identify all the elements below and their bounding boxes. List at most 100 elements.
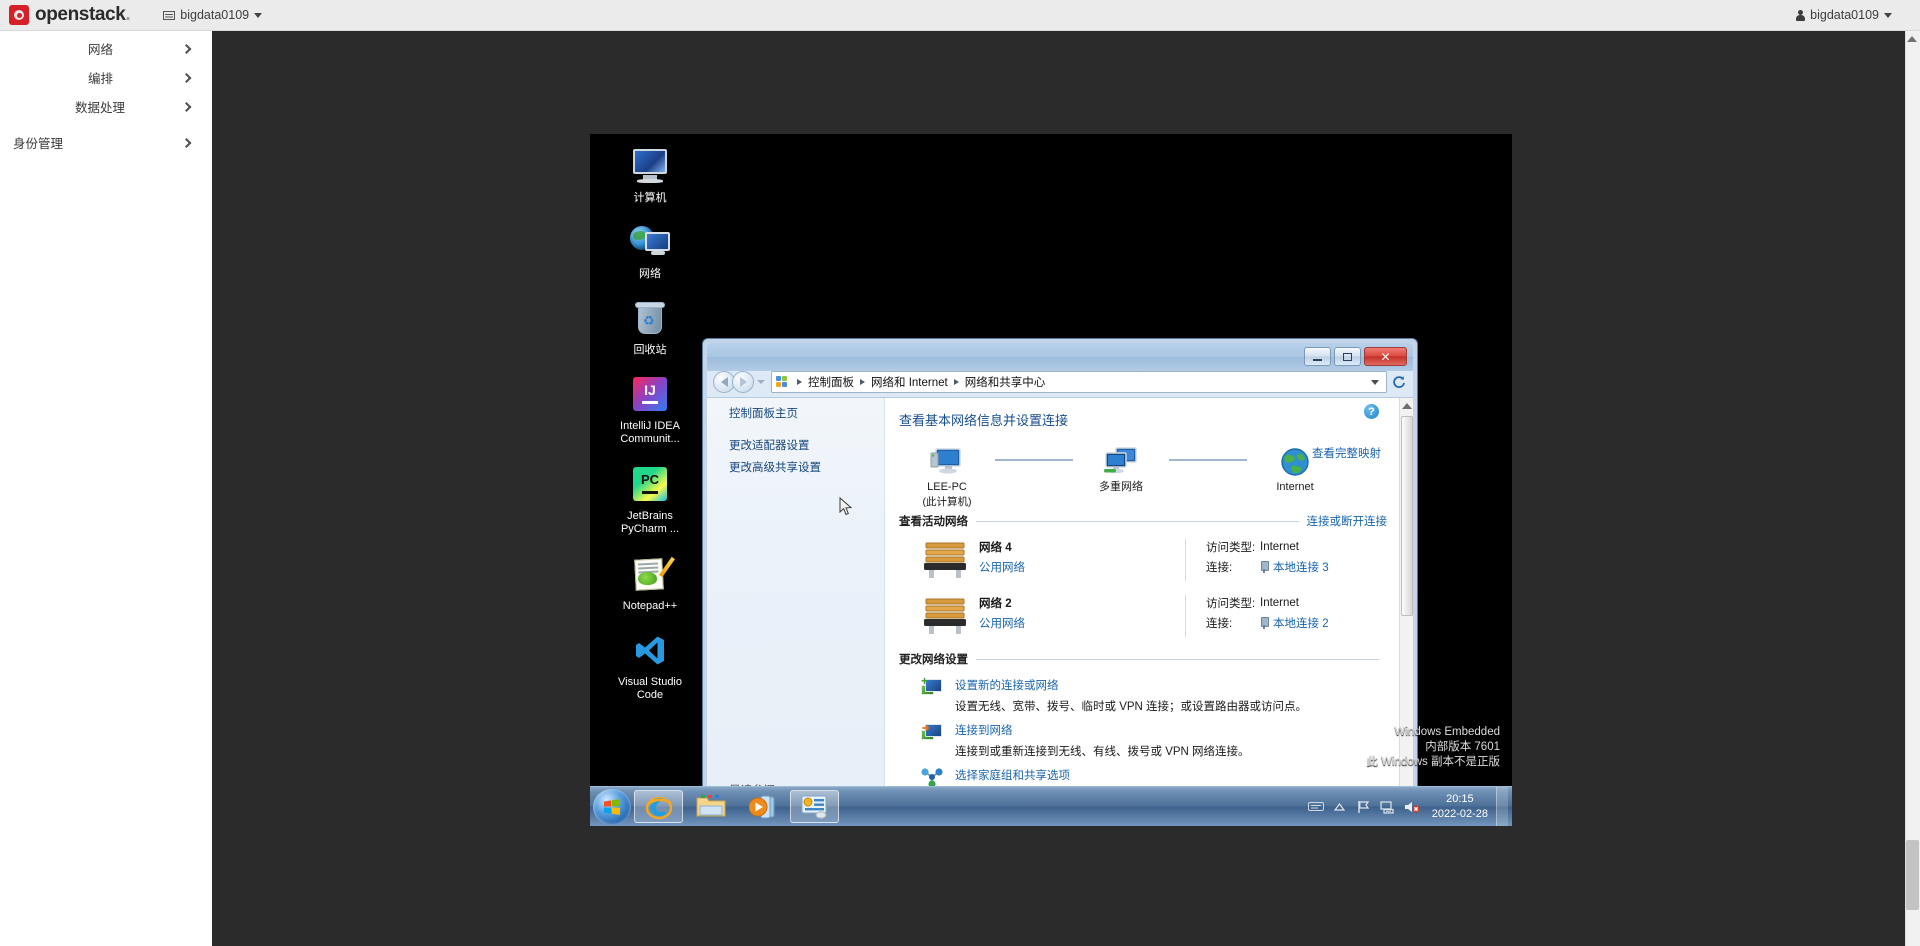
desktop-icon-notepad-plus-plus[interactable]: Notepad++ [604, 554, 696, 613]
map-node-multiple-networks[interactable]: 多重网络 [1073, 437, 1169, 494]
chevron-right-icon [181, 72, 192, 83]
refresh-button[interactable] [1389, 372, 1409, 392]
desktop-icon-vscode[interactable]: Visual Studio Code [604, 630, 696, 702]
active-networks-title: 查看活动网络 [899, 516, 968, 528]
desktop-icon-label: Visual Studio Code [617, 676, 682, 701]
page-scrollbar[interactable] [1905, 31, 1920, 946]
access-type-label: 访问类型: [1206, 542, 1256, 554]
breadcrumb-item-network-sharing-center[interactable]: 网络和共享中心 [962, 373, 1049, 391]
action-center-flag-icon[interactable] [1352, 800, 1376, 814]
minimize-button[interactable] [1304, 347, 1331, 366]
network-row[interactable]: 网络 2 公用网络 访问类型: Internet 连接: 本地连接 2 [899, 589, 1387, 645]
pycharm-icon [629, 464, 671, 506]
public-network-icon [921, 595, 969, 637]
change-item-title[interactable]: 连接到网络 [955, 722, 1250, 738]
show-desktop-button[interactable] [1496, 786, 1508, 826]
windows-logo-icon [604, 798, 620, 815]
keyboard-icon[interactable] [1304, 801, 1328, 812]
connection-link[interactable]: 本地连接 2 [1273, 615, 1329, 631]
user-menu[interactable]: bigdata0109 [1796, 8, 1892, 22]
change-item-desc: 连接到或重新连接到无线、有线、拨号或 VPN 网络连接。 [955, 746, 1250, 758]
taskbar-button-internet-explorer[interactable] [634, 790, 683, 823]
desktop-icon-intellij-idea[interactable]: IntelliJ IDEA Communit... [604, 374, 696, 446]
public-network-icon [921, 539, 969, 581]
taskbar-button-windows-media-player[interactable] [738, 790, 787, 823]
desktop-icon-pycharm[interactable]: JetBrains PyCharm ... [604, 464, 696, 536]
breadcrumb-item-network-internet[interactable]: 网络和 Internet [868, 373, 951, 391]
folder-icon [696, 794, 725, 816]
taskbar: 20:15 2022-02-28 [590, 786, 1512, 826]
map-node-sublabel: (此计算机) [922, 496, 972, 508]
breadcrumb-item-control-panel[interactable]: 控制面板 [805, 373, 857, 391]
change-item-new-connection[interactable]: + 设置新的连接或网络 设置无线、宽带、拨号、临时或 VPN 连接；或设置路由器… [899, 671, 1387, 716]
network-tray-icon[interactable] [1376, 800, 1400, 814]
volume-muted-icon[interactable] [1400, 800, 1424, 814]
notepad-plus-plus-icon [629, 554, 675, 596]
change-item-title[interactable]: 选择家庭组和共享选项 [955, 767, 1277, 783]
network-type-link[interactable]: 公用网络 [979, 559, 1179, 575]
connection-label: 连接: [1206, 562, 1233, 574]
desktop-icon-recycle-bin[interactable]: ♻ 回收站 [604, 298, 696, 357]
show-hidden-icons-icon[interactable] [1328, 802, 1352, 811]
sidebar-item-identity[interactable]: 身份管理 [0, 125, 212, 160]
change-item-title[interactable]: 设置新的连接或网络 [955, 677, 1307, 693]
desktop-icon-label: JetBrains PyCharm ... [620, 510, 680, 535]
start-button[interactable] [593, 788, 631, 825]
taskbar-clock[interactable]: 20:15 2022-02-28 [1424, 792, 1496, 822]
network-name: 网络 2 [979, 598, 1012, 610]
connection-link[interactable]: 本地连接 3 [1273, 559, 1329, 575]
project-selector[interactable]: bigdata0109 [163, 8, 263, 22]
chevron-right-icon [181, 101, 192, 112]
page-scrollbar-thumb[interactable] [1906, 840, 1919, 910]
map-node-label: Internet [1276, 481, 1314, 493]
openstack-logo[interactable]: openstack. [9, 4, 131, 26]
forward-button[interactable] [732, 371, 754, 393]
network-type-link[interactable]: 公用网络 [979, 615, 1179, 631]
breadcrumb-separator [860, 379, 865, 385]
network-row[interactable]: 网络 4 公用网络 访问类型: Internet 连接: 本地连接 3 [899, 533, 1387, 589]
system-tray: 20:15 2022-02-28 [1304, 786, 1512, 826]
connection-label: 连接: [1206, 618, 1233, 630]
sidebar-item-data-processing[interactable]: 数据处理 [0, 89, 212, 124]
desktop-icon-network[interactable]: 网络 [604, 222, 696, 281]
breadcrumb-dropdown-icon[interactable] [1371, 379, 1379, 385]
desktop-icon-label: 网络 [639, 268, 661, 280]
new-connection-icon: + [921, 675, 945, 699]
scroll-up-icon[interactable] [1907, 36, 1917, 42]
map-node-label: LEE-PC [927, 481, 967, 493]
link-change-advanced-sharing-settings[interactable]: 更改高级共享设置 [707, 457, 884, 479]
window-body: 控制面板主页 更改适配器设置 更改高级共享设置 另请参阅 Internet 选项… [707, 397, 1413, 826]
breadcrumb[interactable]: 控制面板 网络和 Internet 网络和共享中心 [771, 371, 1387, 393]
map-node-computer[interactable]: LEE-PC (此计算机) [899, 437, 995, 509]
access-type-value: Internet [1260, 541, 1299, 553]
help-button[interactable]: ? [1364, 404, 1379, 419]
desktop-icon-computer[interactable]: 计算机 [604, 146, 696, 205]
close-button[interactable]: ✕ [1364, 347, 1407, 366]
windows-desktop[interactable]: 计算机 网络 ♻ 回收站 IntelliJ IDEA Communit... J… [590, 134, 1512, 826]
taskbar-button-windows-explorer[interactable] [686, 790, 735, 823]
network-map: LEE-PC (此计算机) 多重网络 Internet 查看完整映射 [899, 437, 1387, 509]
change-settings-title: 更改网络设置 [899, 654, 968, 666]
link-change-adapter-settings[interactable]: 更改适配器设置 [707, 435, 884, 457]
close-icon: ✕ [1380, 349, 1391, 364]
watermark-line-3: 此 Windows 副本不是正版 [1366, 756, 1500, 768]
taskbar-button-network-sharing-center[interactable] [790, 790, 839, 823]
scroll-up-icon[interactable] [1402, 403, 1412, 409]
link-control-panel-home[interactable]: 控制面板主页 [707, 398, 884, 425]
change-item-connect-network[interactable]: 连接到网络 连接到或重新连接到无线、有线、拨号或 VPN 网络连接。 [899, 716, 1387, 761]
address-bar-row: 控制面板 网络和 Internet 网络和共享中心 [707, 367, 1413, 397]
watermark-line-1: Windows Embedded [1394, 726, 1500, 738]
recent-pages-dropdown-icon[interactable] [757, 380, 765, 384]
link-view-full-map[interactable]: 查看完整映射 [1312, 445, 1381, 461]
maximize-button[interactable] [1334, 347, 1361, 366]
network-sharing-center-window[interactable]: ✕ 控制面板 网络和 Internet 网络和共享中心 控制面板主页 更改适配器… [702, 338, 1418, 826]
link-connect-disconnect[interactable]: 连接或断开连接 [1307, 513, 1388, 529]
connect-network-icon [921, 722, 945, 744]
chevron-down-icon [1884, 12, 1892, 18]
divider [1185, 539, 1186, 581]
scrollbar-thumb[interactable] [1401, 416, 1413, 616]
clock-time: 20:15 [1446, 792, 1474, 805]
desktop-icon-label: 回收站 [633, 344, 667, 356]
vscode-glyph [636, 636, 664, 665]
breadcrumb-separator [953, 379, 959, 385]
